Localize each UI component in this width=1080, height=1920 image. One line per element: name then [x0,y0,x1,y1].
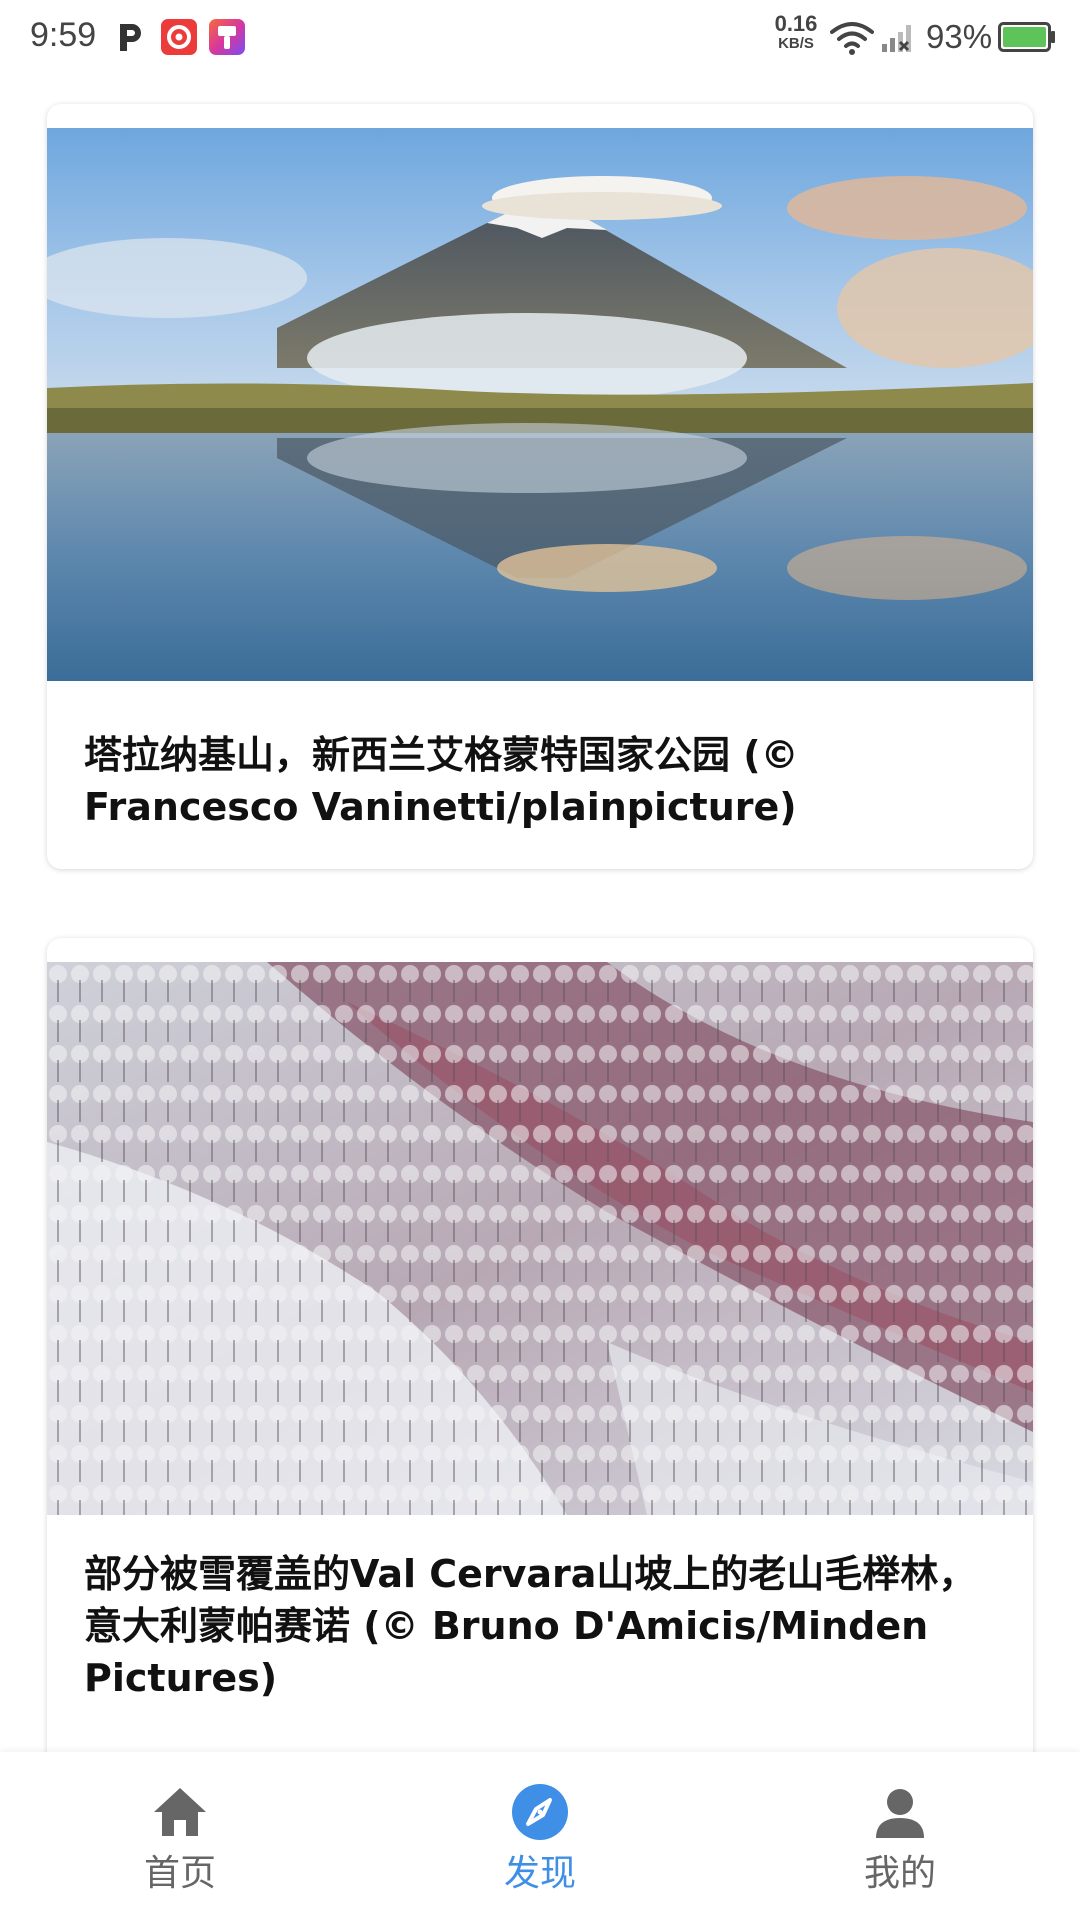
nav-discover-label: 发现 [503,1853,576,1894]
battery-icon [998,22,1055,52]
person-icon [876,1789,924,1838]
bottom-nav: 首页 发现 我的 [0,1752,1080,1920]
wallpaper-card[interactable]: 部分被雪覆盖的Val Cervara山坡上的老山毛榉林，意大利蒙帕赛诺 (© B… [47,938,1033,1752]
nav-mine[interactable]: 我的 [790,1752,1010,1920]
signal-icon [882,25,911,52]
status-bar: 9:59 0.16 KB/S 93% [0,0,1080,80]
wallpaper-card[interactable]: 塔拉纳基山，新西兰艾格蒙特国家公园 (© Francesco Vaninetti… [47,104,1033,869]
wallpaper-caption: 塔拉纳基山，新西兰艾格蒙特国家公园 (© Francesco Vaninetti… [84,733,799,829]
network-speed-value: 0.16 [774,11,818,36]
compass-icon [512,1784,568,1840]
mountain-lake-photo[interactable] [47,128,1033,681]
brush-app-icon [209,19,245,55]
wallpaper-caption: 部分被雪覆盖的Val Cervara山坡上的老山毛榉林，意大利蒙帕赛诺 (© B… [84,1552,977,1700]
network-speed: 0.16 KB/S [768,11,824,54]
nav-mine-label: 我的 [863,1853,936,1894]
red-app-icon [161,19,197,55]
nav-home[interactable]: 首页 [70,1752,290,1920]
wallpaper-feed[interactable]: 塔拉纳基山，新西兰艾格蒙特国家公园 (© Francesco Vaninetti… [0,80,1080,1752]
frosted-forest-photo[interactable] [47,962,1033,1515]
status-time: 9:59 [30,16,97,54]
wifi-icon [830,22,874,55]
nav-discover[interactable]: 发现 [430,1752,650,1920]
p-app-icon [120,24,141,51]
nav-home-label: 首页 [143,1853,216,1894]
battery-percent: 93% [926,18,993,55]
home-icon [154,1788,206,1836]
network-speed-unit: KB/S [778,35,814,52]
